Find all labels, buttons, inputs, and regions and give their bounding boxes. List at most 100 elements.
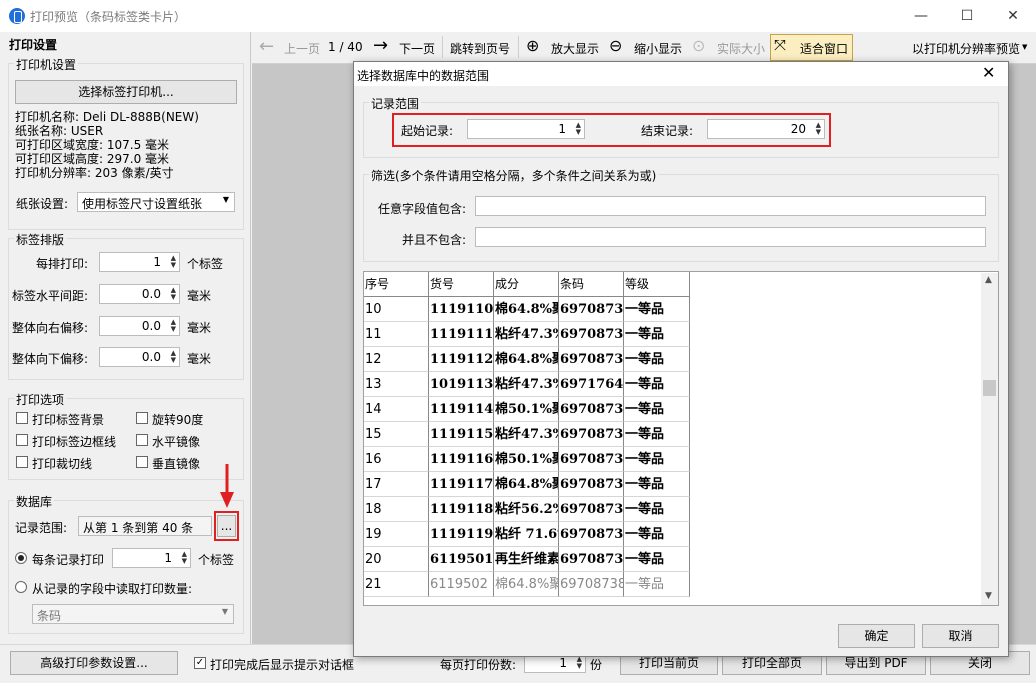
scroll-thumb[interactable] [983,380,996,396]
spinner-icon[interactable]: ▲ ▼ [171,350,176,364]
table-cell[interactable]: 19 [364,522,429,547]
table-cell[interactable]: 69708738 [559,472,624,497]
start-record-input[interactable]: 1 ▲ ▼ [467,119,585,139]
table-cell[interactable]: 一等品 [624,547,690,572]
advanced-settings-button[interactable]: 高级打印参数设置... [10,651,178,675]
table-cell[interactable]: 14 [364,397,429,422]
table-cell[interactable]: 1119111 [429,322,494,347]
each-record-radio[interactable] [15,552,27,564]
next-page-button[interactable]: 下一页 [399,40,435,57]
table-cell[interactable]: 12 [364,347,429,372]
ok-button[interactable]: 确定 [838,624,915,648]
vmirror-checkbox[interactable] [136,456,148,468]
goto-page-button[interactable]: 跳转到页号 [450,40,510,57]
table-cell[interactable]: 1119110 [429,297,494,322]
table-cell[interactable]: 棉64.8%聚 [494,572,559,597]
table-cell[interactable]: 棉64.8%聚 [494,472,559,497]
table-cell[interactable]: 1119117 [429,472,494,497]
table-cell[interactable]: 10 [364,297,429,322]
column-header[interactable]: 成分 [494,272,559,297]
zoom-in-button[interactable]: 放大显示 [551,40,599,57]
table-cell[interactable]: 69708738 [559,547,624,572]
table-cell[interactable]: 一等品 [624,297,690,322]
exclude-input[interactable] [475,227,986,247]
table-cell[interactable]: 一等品 [624,472,690,497]
table-cell[interactable]: 17 [364,472,429,497]
table-cell[interactable]: 一等品 [624,372,690,397]
close-button[interactable]: ✕ [990,0,1036,32]
print-cut-checkbox[interactable] [16,456,28,468]
table-cell[interactable]: 粘纤47.3% [494,322,559,347]
table-cell[interactable]: 1119118 [429,497,494,522]
zoom-out-button[interactable]: 缩小显示 [634,40,682,57]
table-cell[interactable]: 20 [364,547,429,572]
any-field-input[interactable] [475,196,986,216]
table-cell[interactable]: 16 [364,447,429,472]
print-bg-checkbox[interactable] [16,412,28,424]
column-header[interactable]: 序号 [364,272,429,297]
table-cell[interactable]: 棉64.8%聚 [494,347,559,372]
table-cell[interactable]: 69708738 [559,297,624,322]
prev-arrow-icon[interactable]: ← [259,36,274,57]
cancel-button[interactable]: 取消 [922,624,999,648]
table-cell[interactable]: 一等品 [624,322,690,347]
minimize-button[interactable]: — [898,0,944,32]
table-cell[interactable]: 粘纤 71.6% [494,522,559,547]
table-scrollbar[interactable]: ▲ ▼ [981,273,998,605]
spinner-icon[interactable]: ▲ ▼ [577,656,582,670]
table-cell[interactable]: 粘纤47.3% [494,422,559,447]
spinner-icon[interactable]: ▲ ▼ [171,255,176,269]
each-record-input[interactable]: 1 ▲ ▼ [112,548,191,568]
table-cell[interactable]: 1119114 [429,397,494,422]
column-header[interactable]: 货号 [429,272,494,297]
table-cell[interactable]: 69708738 [559,347,624,372]
table-cell[interactable]: 棉64.8%聚 [494,297,559,322]
spinner-icon[interactable]: ▲ ▼ [171,287,176,301]
table-cell[interactable]: 13 [364,372,429,397]
actual-size-button[interactable]: 实际大小 [717,40,765,57]
table-cell[interactable]: 6119502 [429,572,494,597]
zoom-out-icon[interactable]: ⊖ [609,36,622,55]
table-cell[interactable]: 一等品 [624,497,690,522]
spinner-icon[interactable]: ▲ ▼ [816,122,821,136]
scroll-up-icon[interactable]: ▲ [985,275,992,285]
table-cell[interactable]: 69717643 [559,372,624,397]
actual-size-icon[interactable]: ⊙ [692,36,705,55]
table-cell[interactable]: 15 [364,422,429,447]
table-cell[interactable]: 1119116 [429,447,494,472]
select-printer-button[interactable]: 选择标签打印机... [15,80,237,104]
table-cell[interactable]: 69708738 [559,522,624,547]
scroll-down-icon[interactable]: ▼ [985,591,992,601]
rotate-checkbox[interactable] [136,412,148,424]
column-header[interactable]: 等级 [624,272,690,297]
column-header[interactable]: 条码 [559,272,624,297]
spinner-icon[interactable]: ▲ ▼ [182,551,187,565]
table-cell[interactable]: 一等品 [624,447,690,472]
table-cell[interactable]: 棉50.1%聚 [494,447,559,472]
end-record-input[interactable]: 20 ▲ ▼ [707,119,825,139]
next-arrow-icon[interactable]: → [373,35,388,56]
table-cell[interactable]: 1019113 [429,372,494,397]
table-cell[interactable]: 1119112 [429,347,494,372]
resolution-preview-menu[interactable]: 以打印机分辨率预览 [912,40,1020,57]
prev-page-button[interactable]: 上一页 [284,40,320,57]
table-cell[interactable]: 11 [364,322,429,347]
spinner-icon[interactable]: ▲ ▼ [171,319,176,333]
table-cell[interactable]: 69708738 [559,422,624,447]
table-cell[interactable]: 21 [364,572,429,597]
table-cell[interactable]: 18 [364,497,429,522]
per-row-input[interactable]: 1 ▲ ▼ [99,252,180,272]
range-picker-button[interactable]: ... [217,515,236,537]
table-cell[interactable]: 6119501 [429,547,494,572]
table-cell[interactable]: 一等品 [624,572,690,597]
paper-setting-select[interactable]: 使用标签尺寸设置纸张 ▼ [77,192,235,212]
table-cell[interactable]: 粘纤47.3% [494,372,559,397]
offset-right-input[interactable]: 0.0 ▲ ▼ [99,316,180,336]
table-cell[interactable]: 棉50.1%聚 [494,397,559,422]
table-cell[interactable]: 1119119 [429,522,494,547]
hgap-input[interactable]: 0.0 ▲ ▼ [99,284,180,304]
table-cell[interactable]: 69708738 [559,497,624,522]
table-cell[interactable]: 69708738 [559,322,624,347]
offset-down-input[interactable]: 0.0 ▲ ▼ [99,347,180,367]
table-cell[interactable]: 一等品 [624,347,690,372]
